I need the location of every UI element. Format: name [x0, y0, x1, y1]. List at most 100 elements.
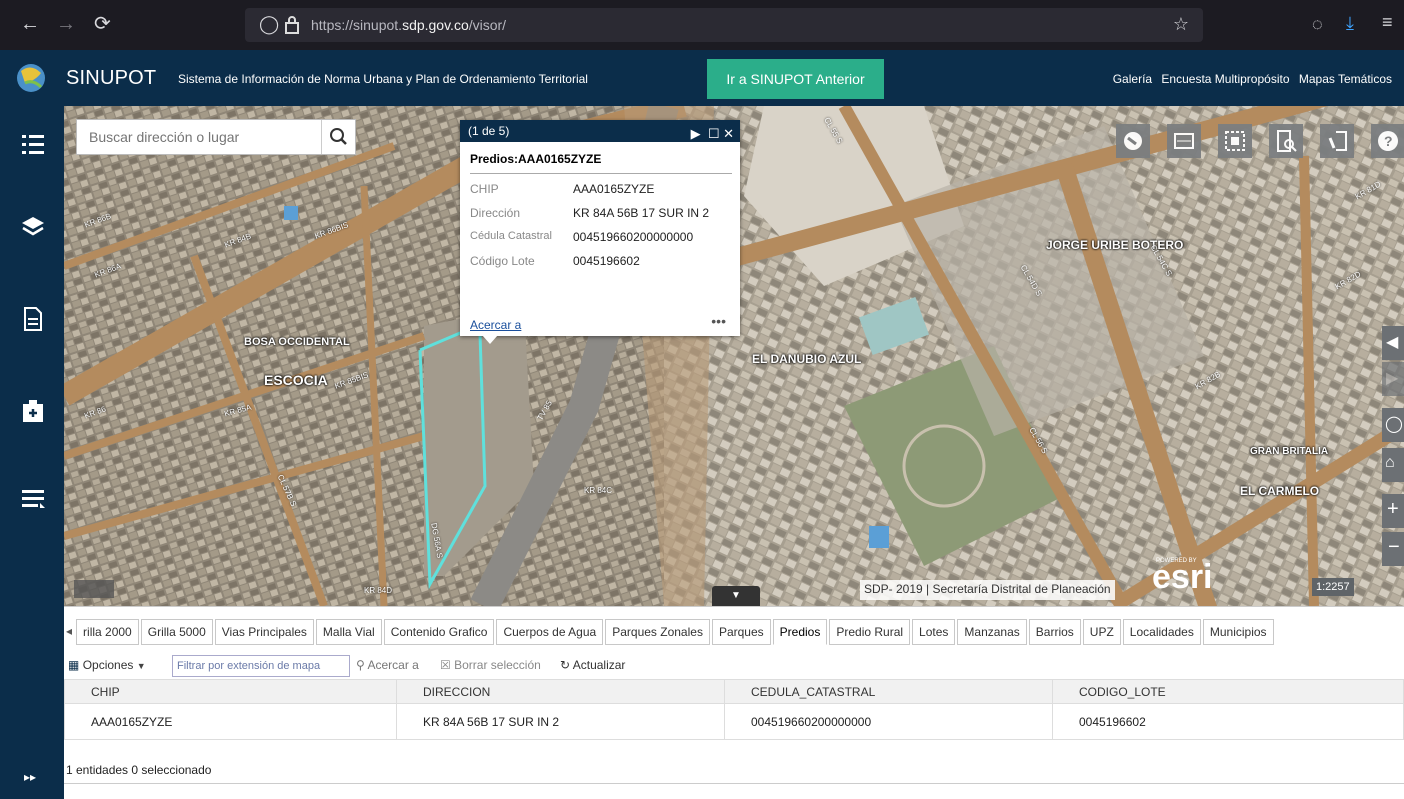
map-label-escocia: ESCOCIA [264, 372, 328, 388]
tab-predio-rural[interactable]: Predio Rural [829, 619, 911, 645]
divider [470, 173, 732, 174]
sinupot-logo-icon [17, 64, 45, 92]
top-links: Galería Encuesta Multipropósito Mapas Te… [1107, 72, 1392, 86]
clear-box-icon: ☒ [440, 658, 451, 672]
url-bar[interactable]: ◯ https://sinupot.sdp.gov.co/visor/ ☆ [245, 8, 1203, 42]
plus-icon: + [1387, 498, 1399, 520]
attr-value: 004519660200000000 [573, 230, 694, 244]
attribute-grid: CHIP DIRECCION CEDULA_CATASTRAL CODIGO_L… [64, 679, 1404, 740]
coordinates-xy-icon [1174, 133, 1194, 149]
map-label-el-carmelo: EL CARMELO [1240, 484, 1320, 498]
map-tool-button[interactable] [1269, 124, 1303, 158]
map-tool-button[interactable]: ? [1371, 124, 1404, 158]
tab-predios[interactable]: Predios [772, 619, 828, 645]
tab-parques-zonales[interactable]: Parques Zonales [605, 619, 710, 645]
cell-chip: AAA0165ZYZE [64, 703, 397, 740]
map-tool-button[interactable] [1116, 124, 1150, 158]
tabs-scroll-left-icon[interactable]: ◂ [64, 619, 75, 645]
table-list-icon[interactable] [20, 486, 46, 512]
collapse-table-button[interactable]: ▼ [712, 586, 760, 606]
maximize-icon[interactable]: ☐ [708, 126, 720, 141]
home-button[interactable]: ⌂ [1382, 448, 1404, 482]
tab-upz[interactable]: UPZ [1082, 619, 1121, 645]
tab-malla-vial[interactable]: Malla Vial [315, 619, 382, 645]
filter-extent-button[interactable]: Filtrar por extensión de mapa [172, 655, 350, 677]
menu-icon[interactable]: ≡ [1382, 12, 1393, 33]
zoom-to-button[interactable]: ⚲ Acercar a [356, 658, 419, 672]
zoom-out-button[interactable]: − [1382, 532, 1404, 566]
popup-pointer [482, 335, 498, 344]
refresh-icon: ↻ [560, 658, 571, 672]
column-header[interactable]: CHIP [64, 679, 397, 704]
overview-map-toggle[interactable] [74, 580, 114, 598]
popup-title: Predios:AAA0165ZYZE [470, 152, 602, 166]
download-icon[interactable]: ⤓ [1346, 13, 1354, 34]
map-tool-button[interactable] [1218, 124, 1252, 158]
scale-label: 1:2257 [1312, 578, 1354, 596]
search-input[interactable] [77, 120, 323, 154]
street-label: KR 84D [364, 586, 393, 595]
tab-parques[interactable]: Parques [711, 619, 771, 645]
app-name: SINUPOT [66, 67, 157, 89]
zoom-in-button[interactable]: + [1382, 494, 1404, 528]
cell-cedula: 004519660200000000 [724, 703, 1053, 740]
reload-icon[interactable]: ⟳ [94, 12, 111, 36]
forward-arrow-icon[interactable]: → [56, 12, 76, 36]
options-menu[interactable]: ▦ Opciones ▼ [68, 658, 146, 672]
close-icon[interactable]: ✕ [723, 126, 734, 141]
tab-vias-principales[interactable]: Vias Principales [214, 619, 314, 645]
map-label-gran-britalia: GRAN BRITALIA [1250, 446, 1329, 457]
tab-cuerpos-agua[interactable]: Cuerpos de Agua [496, 619, 604, 645]
pocket-icon[interactable]: ◌ [1312, 14, 1323, 35]
link-mapas-tematicos[interactable]: Mapas Temáticos [1299, 72, 1392, 86]
locate-button[interactable]: ◯ [1382, 408, 1404, 442]
extent-select-icon [1225, 131, 1245, 151]
attr-key: Dirección [470, 206, 521, 220]
zoom-to-link[interactable]: Acercar a [470, 318, 521, 332]
table-row[interactable]: AAA0165ZYZE KR 84A 56B 17 SUR IN 2 00451… [64, 703, 1404, 740]
clipboard-add-icon[interactable] [20, 398, 46, 424]
globe-arrow-icon [1124, 132, 1142, 150]
map-view[interactable]: JORGE URIBE BOTERO EL DANUBIO AZUL BOSA … [64, 106, 1404, 606]
shield-icon: ◯ [259, 14, 280, 34]
map-tool-button[interactable] [1320, 124, 1354, 158]
browser-toolbar: ← → ⟳ ◯ https://sinupot.sdp.gov.co/visor… [0, 0, 1404, 50]
document-icon[interactable] [20, 306, 46, 332]
tab-contenido-grafico[interactable]: Contenido Grafico [383, 619, 495, 645]
tab-manzanas[interactable]: Manzanas [957, 619, 1027, 645]
tab-lotes[interactable]: Lotes [912, 619, 956, 645]
link-galeria[interactable]: Galería [1113, 72, 1152, 86]
search-icon [330, 128, 347, 145]
back-extent-button[interactable]: ◀ [1382, 326, 1404, 360]
tab-localidades[interactable]: Localidades [1122, 619, 1201, 645]
cell-direccion: KR 84A 56B 17 SUR IN 2 [396, 703, 725, 740]
bookmark-star-icon[interactable]: ☆ [1173, 14, 1189, 35]
map-label-jorge-uribe: JORGE URIBE BOTERO [1046, 238, 1184, 252]
more-options-icon[interactable]: ••• [711, 313, 726, 329]
map-tool-button[interactable] [1167, 124, 1201, 158]
forward-extent-button[interactable]: ▶ [1382, 362, 1404, 396]
feature-popup: (1 de 5) ▶ ☐ ✕ Predios:AAA0165ZYZE CHIP … [460, 120, 740, 336]
search-box [76, 119, 356, 155]
column-header[interactable]: CEDULA_CATASTRAL [724, 679, 1053, 704]
layers-icon[interactable] [20, 214, 46, 240]
column-header[interactable]: DIRECCION [396, 679, 725, 704]
expand-icon[interactable]: ▸▸ [24, 770, 36, 784]
old-sinupot-button[interactable]: Ir a SINUPOT Anterior [707, 59, 884, 99]
clear-selection-button[interactable]: ☒ Borrar selección [440, 658, 541, 672]
search-button[interactable] [321, 120, 355, 154]
tab-grilla-5000[interactable]: Grilla 5000 [140, 619, 213, 645]
list-icon[interactable] [20, 132, 46, 158]
tab-grilla-2000[interactable]: rilla 2000 [76, 619, 139, 645]
tab-municipios[interactable]: Municipios [1202, 619, 1274, 645]
attr-value: AAA0165ZYZE [573, 182, 655, 196]
tab-barrios[interactable]: Barrios [1028, 619, 1081, 645]
app-subtitle: Sistema de Información de Norma Urbana y… [178, 72, 588, 86]
link-encuesta[interactable]: Encuesta Multipropósito [1161, 72, 1289, 86]
attr-key: CHIP [470, 182, 499, 196]
column-header[interactable]: CODIGO_LOTE [1052, 679, 1404, 704]
back-arrow-icon[interactable]: ← [20, 12, 40, 36]
next-feature-icon[interactable]: ▶ [691, 126, 701, 141]
refresh-button[interactable]: ↻ Actualizar [560, 658, 625, 672]
minus-icon: − [1388, 536, 1400, 558]
